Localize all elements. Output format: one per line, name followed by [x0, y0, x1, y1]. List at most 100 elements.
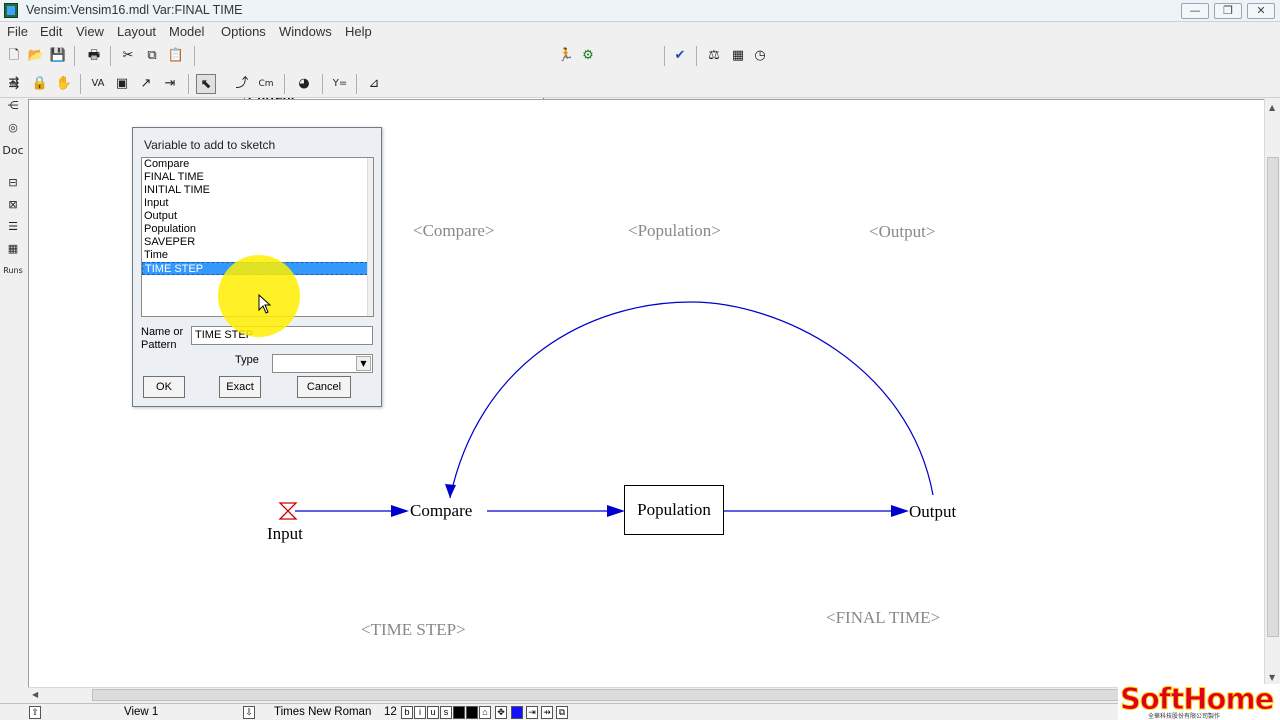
underline-toggle[interactable]: u: [427, 706, 439, 719]
position-icon[interactable]: ✥: [495, 706, 507, 719]
scroll-up-icon[interactable]: ▲: [1269, 103, 1275, 112]
new-file-icon[interactable]: 🗋: [4, 46, 24, 66]
arrow-style-icon[interactable]: ⇥: [526, 706, 538, 719]
cancel-button[interactable]: Cancel: [297, 376, 351, 398]
horizontal-scrollbar[interactable]: ◀: [28, 687, 1264, 702]
table-icon[interactable]: ☰: [2, 217, 24, 237]
synthesim-icon[interactable]: ⚙: [578, 46, 598, 66]
menu-help[interactable]: Help: [345, 24, 372, 39]
scroll-left-icon[interactable]: ◀: [32, 690, 38, 699]
gaming-icon[interactable]: ▦: [728, 46, 748, 66]
toolbar-separator: [322, 74, 323, 94]
loops-icon[interactable]: ◎: [2, 118, 24, 138]
vertical-scroll-thumb[interactable]: [1267, 157, 1279, 637]
list-item[interactable]: SAVEPER: [142, 236, 373, 249]
horizontal-scroll-thumb[interactable]: [92, 689, 1202, 701]
scroll-down-icon[interactable]: ▼: [1269, 673, 1275, 682]
menu-windows[interactable]: Windows: [279, 24, 332, 39]
shadow-output[interactable]: <Output>: [869, 222, 935, 242]
cut-icon[interactable]: ✂: [118, 46, 138, 66]
exact-button[interactable]: Exact: [219, 376, 261, 398]
italic-toggle[interactable]: i: [414, 706, 426, 719]
vertical-scrollbar[interactable]: ▲ ▼: [1264, 99, 1280, 687]
minimize-button[interactable]: —: [1181, 3, 1209, 19]
table-time-icon[interactable]: ▦: [2, 239, 24, 259]
menu-file[interactable]: File: [7, 24, 28, 39]
arrow-color-swatch[interactable]: [511, 706, 523, 719]
list-item[interactable]: FINAL TIME: [142, 171, 373, 184]
input-output-icon[interactable]: ⤴: [232, 74, 252, 94]
hand-icon[interactable]: ✋: [54, 74, 74, 94]
feedback-arrow[interactable]: [449, 301, 934, 499]
clock-icon[interactable]: ◷: [750, 46, 770, 66]
strikethrough-toggle[interactable]: s: [440, 706, 452, 719]
line-width-icon[interactable]: ⇸: [541, 706, 553, 719]
text-color-swatch[interactable]: [453, 706, 465, 719]
simulate-icon[interactable]: 🏃: [556, 46, 576, 66]
causes-strip-icon[interactable]: ⊟: [2, 173, 24, 193]
runs-compare-tool[interactable]: Runs: [2, 261, 24, 281]
menu-layout[interactable]: Layout: [117, 24, 156, 39]
causes-tree-icon[interactable]: ⋔: [2, 74, 24, 94]
graph-icon[interactable]: ⊠: [2, 195, 24, 215]
rate-tool-icon[interactable]: ⇥: [160, 74, 180, 94]
open-folder-icon[interactable]: 📂: [26, 46, 46, 66]
menu-model[interactable]: Model: [169, 24, 204, 39]
equations-icon[interactable]: Y=: [330, 74, 350, 94]
toolbar-separator: [74, 46, 75, 66]
shadow-final-time[interactable]: <FINAL TIME>: [826, 608, 940, 628]
check-model-icon[interactable]: ✔: [670, 46, 690, 66]
shadow-compare[interactable]: <Compare>: [413, 221, 495, 241]
lock-icon[interactable]: 🔒: [30, 74, 50, 94]
variable-output[interactable]: Output: [909, 502, 956, 522]
view-up-icon[interactable]: ⇧: [29, 706, 41, 719]
menu-view[interactable]: View: [76, 24, 104, 39]
menu-edit[interactable]: Edit: [40, 24, 62, 39]
dialog-title: Variable to add to sketch: [144, 138, 276, 152]
font-size[interactable]: 12: [384, 705, 397, 720]
list-item[interactable]: INITIAL TIME: [142, 184, 373, 197]
view-name[interactable]: View 1: [124, 705, 158, 720]
copy-icon[interactable]: ⧉: [142, 46, 162, 66]
stock-population[interactable]: Population: [624, 485, 724, 535]
population-arrowhead: [607, 505, 625, 517]
flow-style-icon[interactable]: ⧉: [556, 706, 568, 719]
document-tool[interactable]: Doc: [2, 141, 24, 161]
menu-options[interactable]: Options: [221, 24, 266, 39]
close-button[interactable]: ✕: [1247, 3, 1275, 19]
input-valve-icon[interactable]: [278, 502, 298, 520]
chevron-down-icon[interactable]: ▼: [356, 356, 371, 371]
delete-icon[interactable]: ◕: [294, 74, 314, 94]
font-name[interactable]: Times New Roman: [274, 705, 371, 720]
comment-icon[interactable]: Cm: [256, 74, 276, 94]
list-item[interactable]: Compare: [142, 158, 373, 171]
list-item[interactable]: Output: [142, 210, 373, 223]
variable-input[interactable]: Input: [267, 524, 303, 544]
name-label-line1: Name or: [141, 326, 184, 338]
bold-toggle[interactable]: b: [401, 706, 413, 719]
variable-tool-icon[interactable]: VA: [88, 74, 108, 94]
ok-button[interactable]: OK: [143, 376, 185, 398]
shadow-variable-icon[interactable]: ⬉: [196, 74, 216, 94]
restore-button[interactable]: ❐: [1214, 3, 1242, 19]
name-label-line2: Pattern: [141, 339, 177, 351]
softhome-logo: SoftHome 全華科技股份有限公司製作: [1118, 682, 1280, 720]
save-icon[interactable]: 💾: [48, 46, 68, 66]
sensitivity-icon[interactable]: ⚖: [704, 46, 724, 66]
shadow-population[interactable]: <Population>: [628, 221, 721, 241]
shadow-time-step[interactable]: <TIME STEP>: [361, 620, 466, 640]
border-color-swatch[interactable]: [466, 706, 478, 719]
type-select[interactable]: ▼: [272, 354, 373, 373]
shape-icon[interactable]: ⌂: [479, 706, 491, 719]
variable-compare[interactable]: Compare: [410, 501, 472, 521]
print-icon[interactable]: 🖶: [84, 46, 104, 66]
reference-mode-icon[interactable]: ⊿: [364, 74, 384, 94]
view-down-icon[interactable]: ⇩: [243, 706, 255, 719]
uses-tree-icon[interactable]: ⋲: [2, 96, 24, 116]
arrow-tool-icon[interactable]: ↗: [136, 74, 156, 94]
list-item[interactable]: Input: [142, 197, 373, 210]
box-variable-icon[interactable]: ▣: [112, 74, 132, 94]
paste-icon[interactable]: 📋: [166, 46, 186, 66]
listbox-scrollbar[interactable]: [367, 158, 373, 316]
list-item[interactable]: Population: [142, 223, 373, 236]
